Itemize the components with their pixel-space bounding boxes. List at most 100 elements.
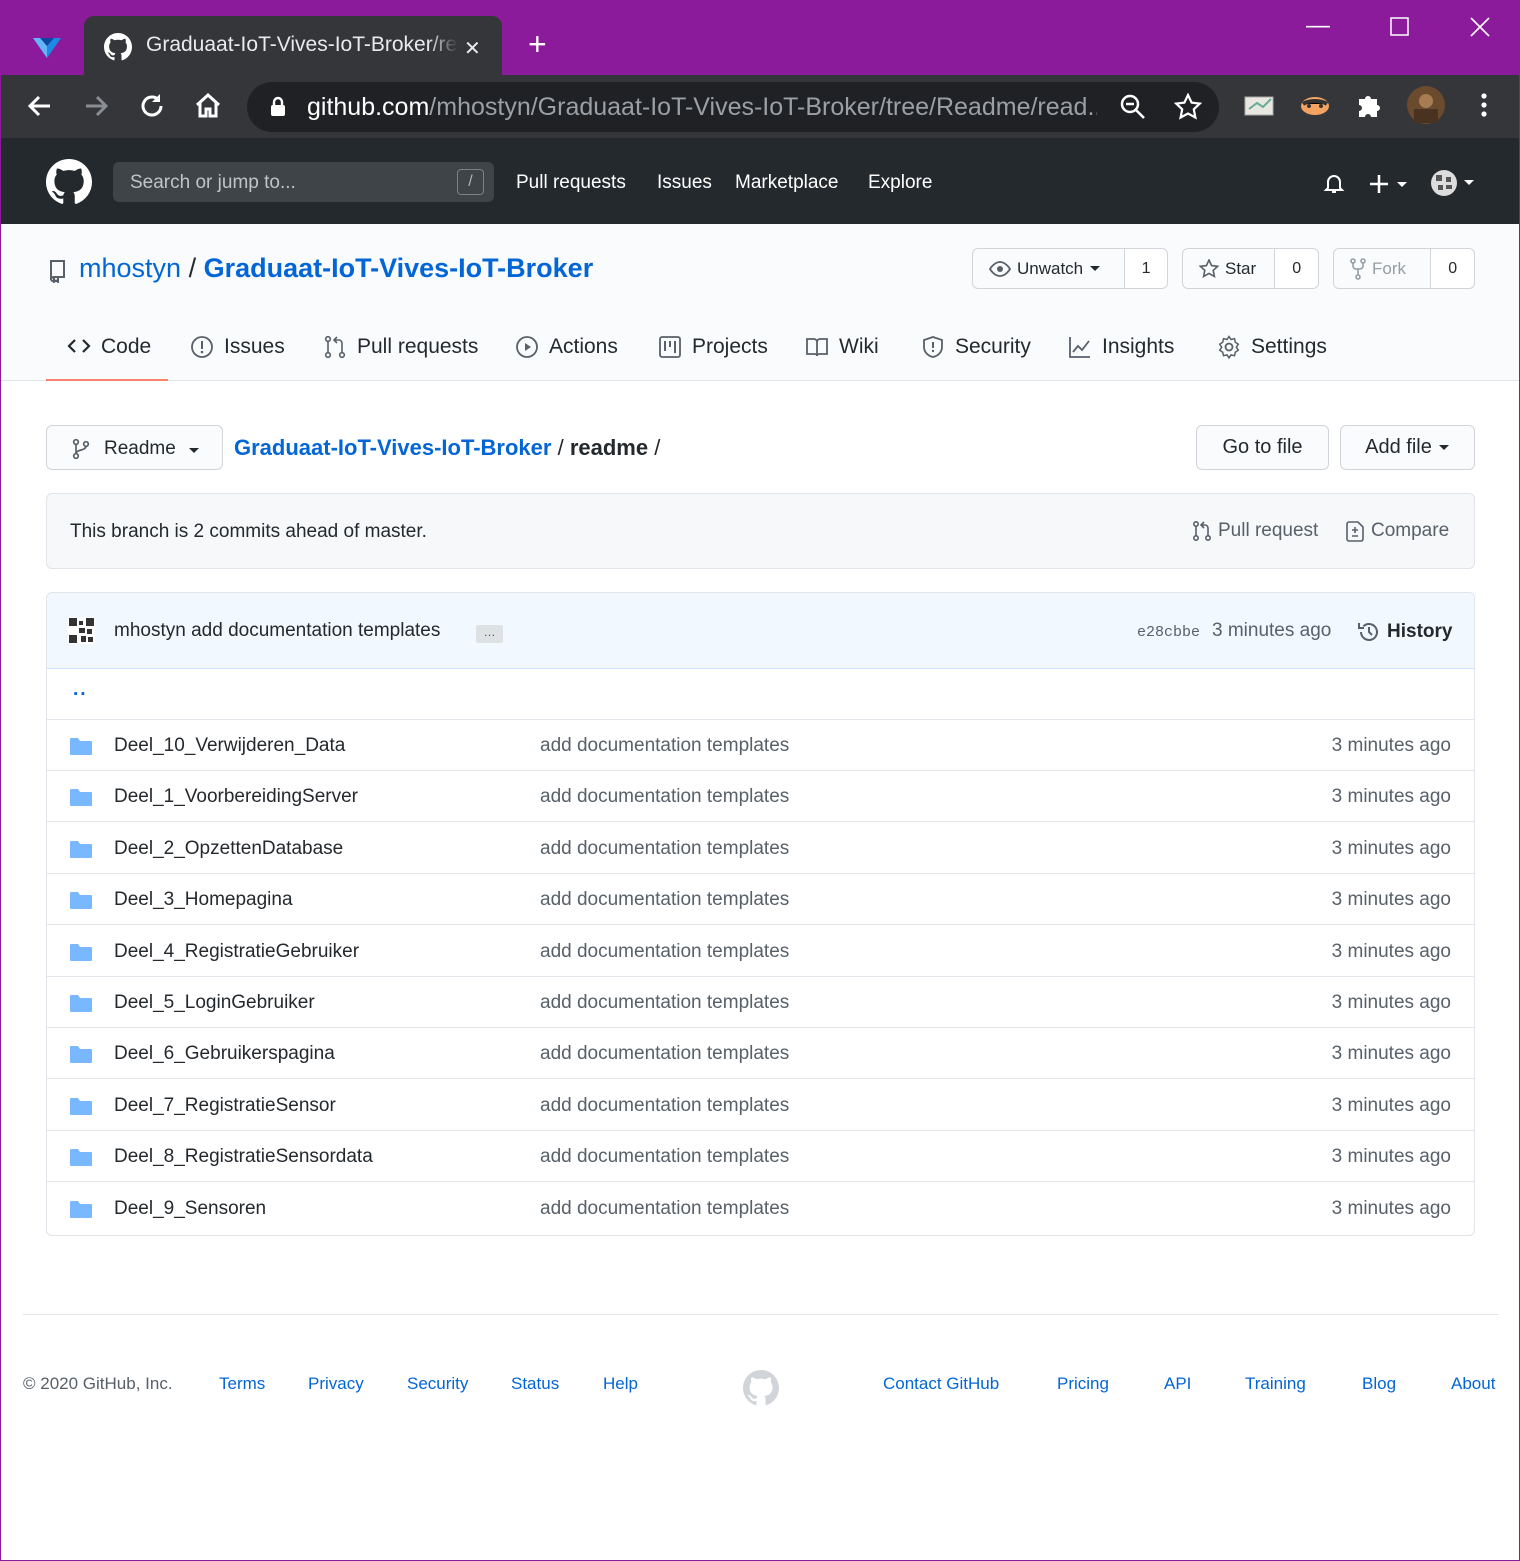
footer-link-terms[interactable]: Terms — [219, 1374, 265, 1394]
file-commit-message[interactable]: add documentation templates — [540, 1043, 789, 1065]
tab-close-icon[interactable]: ✕ — [464, 36, 481, 61]
footer-link-privacy[interactable]: Privacy — [308, 1374, 364, 1394]
map-extension-icon[interactable] — [1241, 87, 1277, 123]
commit-sha[interactable]: e28cbbe — [1137, 624, 1200, 641]
bookmark-star-icon[interactable] — [1174, 93, 1202, 121]
committer-avatar[interactable] — [68, 617, 95, 644]
file-row[interactable]: Deel_10_Verwijderen_Data add documentatio… — [47, 720, 1474, 771]
header-nav-pull-requests[interactable]: Pull requests — [516, 172, 626, 194]
file-name-link[interactable]: Deel_7_RegistratieSensor — [114, 1095, 336, 1117]
footer-link-pricing[interactable]: Pricing — [1057, 1374, 1109, 1394]
new-tab-icon[interactable]: + — [528, 28, 547, 60]
header-nav-explore[interactable]: Explore — [868, 172, 932, 194]
file-name-link[interactable]: Deel_1_VoorbereidingServer — [114, 786, 358, 808]
tab-pull-requests[interactable]: Pull requests — [323, 320, 478, 381]
go-to-file-button[interactable]: Go to file — [1196, 425, 1329, 470]
notification-bell-icon[interactable] — [1322, 171, 1346, 195]
commit-message[interactable]: mhostyn add documentation templates — [114, 620, 440, 642]
github-footer-logo-icon[interactable] — [743, 1370, 779, 1406]
star-button[interactable]: Star — [1183, 249, 1276, 288]
github-search-input[interactable]: Search or jump to... / — [113, 162, 494, 202]
file-commit-message[interactable]: add documentation templates — [540, 786, 789, 808]
footer-link-api[interactable]: API — [1164, 1374, 1191, 1394]
file-commit-message[interactable]: add documentation templates — [540, 838, 789, 860]
fork-count[interactable]: 0 — [1431, 249, 1474, 288]
file-row[interactable]: Deel_7_RegistratieSensor add documentatio… — [47, 1080, 1474, 1131]
footer-link-security[interactable]: Security — [407, 1374, 468, 1394]
lock-icon[interactable] — [269, 96, 287, 118]
footer-link-blog[interactable]: Blog — [1362, 1374, 1396, 1394]
reload-icon[interactable] — [134, 88, 170, 124]
file-name-link[interactable]: Deel_3_Homepagina — [114, 889, 293, 911]
file-row[interactable]: Deel_9_Sensoren add documentation templat… — [47, 1183, 1474, 1234]
forward-arrow-icon[interactable] — [78, 88, 114, 124]
footer-link-training[interactable]: Training — [1245, 1374, 1306, 1394]
unwatch-button[interactable]: Unwatch — [973, 249, 1126, 288]
parent-directory-row[interactable]: .. — [47, 669, 1474, 720]
profile-avatar[interactable] — [1406, 85, 1446, 125]
tab-actions[interactable]: Actions — [515, 320, 618, 381]
branch-select-button[interactable]: Readme — [46, 425, 223, 470]
extensions-puzzle-icon[interactable] — [1353, 87, 1389, 123]
address-bar[interactable]: github.com/mhostyn/Graduaat-IoT-Vives-Io… — [247, 82, 1219, 132]
browser-menu-icon[interactable] — [1466, 87, 1502, 123]
fork-button[interactable]: Fork — [1334, 249, 1432, 288]
browser-tab[interactable]: Graduaat-IoT-Vives-IoT-Broker/re ✕ — [84, 16, 502, 75]
create-new-icon[interactable] — [1369, 172, 1411, 196]
file-commit-message[interactable]: add documentation templates — [540, 992, 789, 1014]
tab-wiki[interactable]: Wiki — [805, 320, 879, 381]
history-link[interactable]: History — [1357, 620, 1452, 644]
tab-settings[interactable]: Settings — [1217, 320, 1327, 381]
file-row[interactable]: Deel_4_RegistratieGebruiker add documenta… — [47, 926, 1474, 977]
close-window-icon[interactable] — [1470, 17, 1490, 37]
zoom-icon[interactable] — [1119, 93, 1147, 121]
footer-link-status[interactable]: Status — [511, 1374, 559, 1394]
browser-app-icon[interactable] — [31, 30, 63, 62]
file-name-link[interactable]: Deel_5_LoginGebruiker — [114, 992, 315, 1014]
star-count[interactable]: 0 — [1275, 249, 1318, 288]
repo-name-link[interactable]: Graduaat-IoT-Vives-IoT-Broker — [204, 253, 594, 283]
footer-link-about[interactable]: About — [1451, 1374, 1495, 1394]
file-name-link[interactable]: Deel_9_Sensoren — [114, 1198, 266, 1220]
home-icon[interactable] — [190, 88, 226, 124]
footer-link-contact-github[interactable]: Contact GitHub — [883, 1374, 999, 1394]
footer-link-help[interactable]: Help — [603, 1374, 638, 1394]
file-commit-message[interactable]: add documentation templates — [540, 735, 789, 757]
breadcrumb-root-link[interactable]: Graduaat-IoT-Vives-IoT-Broker — [234, 435, 551, 460]
minimize-icon[interactable]: — — [1306, 14, 1330, 38]
watch-count[interactable]: 1 — [1125, 249, 1167, 288]
file-row[interactable]: Deel_8_RegistratieSensordata add document… — [47, 1131, 1474, 1183]
file-commit-message[interactable]: add documentation templates — [540, 1095, 789, 1117]
file-name-link[interactable]: Deel_2_OpzettenDatabase — [114, 838, 343, 860]
badger-extension-icon[interactable] — [1297, 87, 1333, 123]
parent-directory-link[interactable]: .. — [73, 679, 88, 701]
compare-link[interactable]: Compare — [1345, 520, 1449, 542]
commit-expand-button[interactable]: … — [476, 625, 503, 643]
file-commit-message[interactable]: add documentation templates — [540, 889, 789, 911]
header-nav-marketplace[interactable]: Marketplace — [735, 172, 839, 194]
file-row[interactable]: Deel_1_VoorbereidingServer add documentat… — [47, 771, 1474, 823]
file-row[interactable]: Deel_2_OpzettenDatabase add documentation… — [47, 823, 1474, 874]
repo-owner-link[interactable]: mhostyn — [79, 253, 181, 283]
tab-insights[interactable]: Insights — [1068, 320, 1174, 381]
back-arrow-icon[interactable] — [22, 88, 58, 124]
file-commit-message[interactable]: add documentation templates — [540, 1198, 789, 1220]
maximize-icon[interactable] — [1390, 17, 1410, 37]
file-row[interactable]: Deel_5_LoginGebruiker add documentation t… — [47, 977, 1474, 1028]
file-name-link[interactable]: Deel_8_RegistratieSensordata — [114, 1146, 373, 1168]
file-commit-message[interactable]: add documentation templates — [540, 1146, 789, 1168]
file-commit-message[interactable]: add documentation templates — [540, 941, 789, 963]
tab-issues[interactable]: Issues — [190, 320, 285, 381]
add-file-button[interactable]: Add file — [1340, 425, 1475, 470]
file-row[interactable]: Deel_3_Homepagina add documentation templ… — [47, 874, 1474, 926]
github-logo-icon[interactable] — [46, 159, 92, 205]
pull-request-link[interactable]: Pull request — [1192, 520, 1318, 542]
file-name-link[interactable]: Deel_6_Gebruikerspagina — [114, 1043, 335, 1065]
tab-security[interactable]: Security — [921, 320, 1031, 381]
file-name-link[interactable]: Deel_4_RegistratieGebruiker — [114, 941, 359, 963]
tab-projects[interactable]: Projects — [658, 320, 768, 381]
tab-code[interactable]: Code — [46, 320, 168, 381]
header-nav-issues[interactable]: Issues — [657, 172, 712, 194]
user-avatar-menu[interactable] — [1430, 169, 1478, 197]
file-name-link[interactable]: Deel_10_Verwijderen_Data — [114, 735, 345, 757]
